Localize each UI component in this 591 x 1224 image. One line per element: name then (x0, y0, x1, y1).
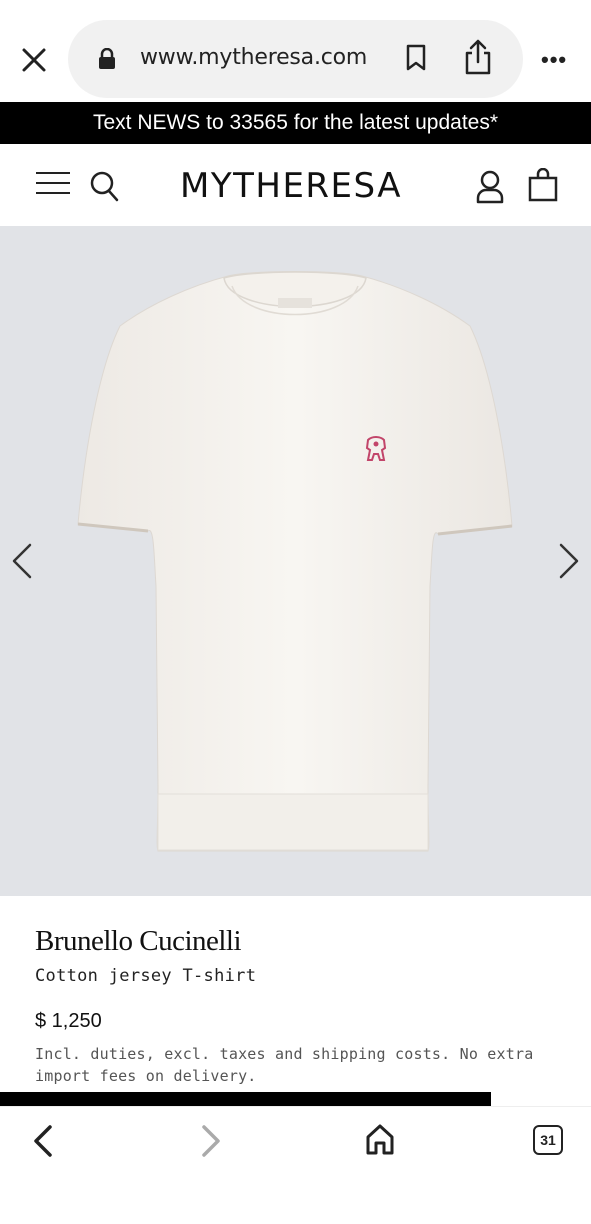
close-icon (22, 48, 46, 72)
url-text: www.mytheresa.com (140, 45, 368, 70)
product-price: $ 1,250 (35, 1010, 102, 1032)
back-icon[interactable] (30, 1123, 58, 1159)
close-button[interactable] (14, 40, 54, 80)
tabs-count: 31 (540, 1132, 556, 1148)
home-icon[interactable] (364, 1123, 396, 1157)
share-icon[interactable] (463, 38, 493, 76)
product-name: Cotton jersey T-shirt (35, 966, 257, 986)
chevron-left-icon[interactable] (8, 541, 38, 581)
price-note: Incl. duties, excl. taxes and shipping c… (35, 1045, 534, 1085)
site-header: MYTHERESA (0, 144, 591, 226)
lock-icon (99, 48, 115, 69)
address-bar[interactable]: www.mytheresa.com (68, 20, 523, 98)
browser-toolbar: www.mytheresa.com ••• (0, 0, 591, 100)
product-image (77, 271, 513, 852)
browser-bottom-nav: 31 (0, 1106, 591, 1224)
search-icon[interactable] (90, 170, 120, 202)
chevron-right-icon[interactable] (553, 541, 583, 581)
page-progress-bar (0, 1092, 591, 1106)
tabs-icon[interactable]: 31 (533, 1125, 563, 1155)
site-logo[interactable]: MYTHERESA (180, 166, 402, 206)
promo-banner[interactable]: Text NEWS to 33565 for the latest update… (0, 102, 591, 144)
more-icon[interactable]: ••• (541, 47, 567, 73)
forward-icon[interactable] (196, 1123, 224, 1159)
bookmark-icon[interactable] (405, 44, 427, 72)
product-gallery[interactable] (0, 226, 591, 896)
menu-icon[interactable] (36, 172, 70, 198)
promo-text: Text NEWS to 33565 for the latest update… (92, 111, 499, 134)
page-progress-fill (0, 1092, 491, 1106)
product-info: Brunello Cucinelli Cotton jersey T-shirt… (35, 905, 555, 1087)
account-icon[interactable] (476, 170, 504, 204)
product-brand[interactable]: Brunello Cucinelli (35, 925, 555, 958)
bag-icon[interactable] (528, 168, 558, 202)
